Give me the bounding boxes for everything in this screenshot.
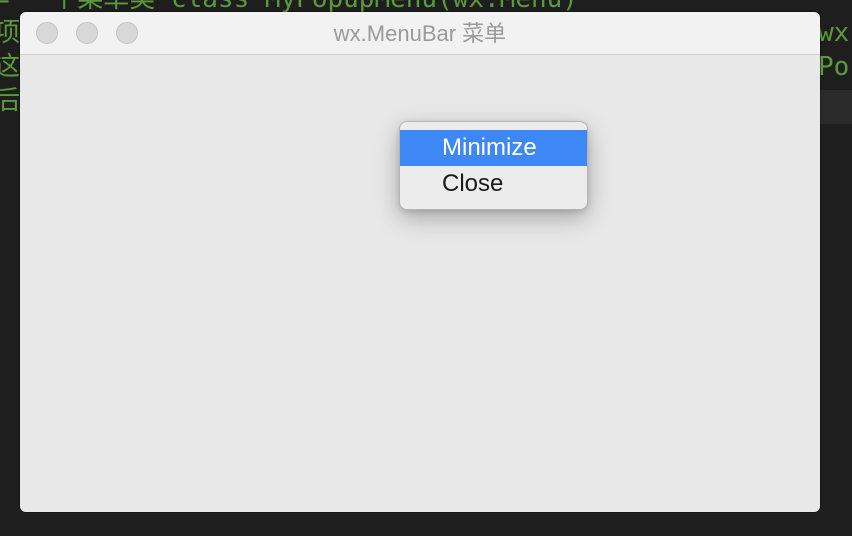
menu-item-minimize[interactable]: Minimize [400, 130, 587, 166]
editor-highlight-band [820, 90, 852, 124]
title-bar[interactable]: wx.MenuBar 菜单 [20, 12, 820, 55]
app-window: wx.MenuBar 菜单 [20, 12, 820, 512]
window-title: wx.MenuBar 菜单 [333, 21, 507, 46]
menu-item-close[interactable]: Close [400, 166, 587, 202]
close-window-button[interactable] [36, 22, 58, 44]
minimize-window-button[interactable] [76, 22, 98, 44]
popup-menu: Minimize Close [399, 121, 588, 210]
code-fragment: wx. [818, 18, 852, 48]
zoom-window-button[interactable] [116, 22, 138, 44]
code-fragment: Po [818, 52, 850, 82]
